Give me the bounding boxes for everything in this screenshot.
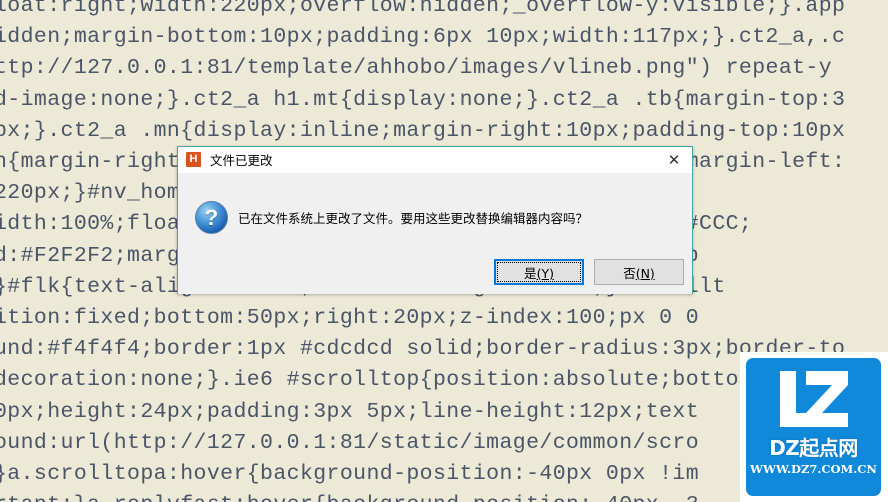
watermark-site-name: DZ起点网 bbox=[769, 436, 858, 460]
no-button[interactable]: 否(N) bbox=[594, 259, 684, 285]
hbuilder-h-icon bbox=[186, 152, 201, 167]
dialog-title: 文件已更改 bbox=[210, 153, 273, 168]
code-line: 0px;height:24px;padding:3px 5px;line-hei… bbox=[0, 399, 700, 424]
code-line: decoration:none;}.ie6 #scrolltop{positio… bbox=[0, 368, 846, 393]
code-line: ound:url(http://127.0.0.1:81/static/imag… bbox=[0, 430, 700, 455]
lz-logo-icon bbox=[780, 371, 848, 427]
code-line: rtant;}a.replyfast:hover{background-posi… bbox=[0, 490, 699, 502]
yes-button-label: 是(Y) bbox=[524, 265, 554, 281]
file-changed-dialog: 文件已更改 ✕ 已在文件系统上更改了文件。要用这些更改替换编辑器内容吗？ 是(Y… bbox=[177, 146, 693, 294]
close-icon[interactable]: ✕ bbox=[660, 147, 688, 172]
code-line: loat:right;width:220px;overflow:hidden;_… bbox=[0, 0, 846, 18]
code-line: ition:fixed;bottom:50px;right:20px;z-ind… bbox=[0, 306, 700, 330]
watermark-site-url: WWW.DZ7.COM.CN bbox=[750, 462, 877, 476]
code-line: d-image:none;}.ct2_a h1.mt{display:none;… bbox=[0, 87, 846, 112]
dialog-body: 已在文件系统上更改了文件。要用这些更改替换编辑器内容吗？ 是(Y) 否(N) bbox=[178, 173, 692, 294]
dialog-button-row: 是(Y) 否(N) bbox=[494, 259, 684, 285]
dialog-message: 已在文件系统上更改了文件。要用这些更改替换编辑器内容吗？ bbox=[238, 211, 589, 226]
code-line: px;}.ct2_a .mn{display:inline;margin-rig… bbox=[0, 118, 846, 143]
watermark-logo-tile: DZ起点网 WWW.DZ7.COM.CN bbox=[746, 358, 881, 496]
dialog-titlebar: 文件已更改 ✕ bbox=[178, 147, 692, 173]
question-mark-icon bbox=[195, 201, 228, 234]
code-line: und:#f4f4f4;border:1px #cdcdcd solid;bor… bbox=[0, 337, 846, 362]
watermark: DZ起点网 WWW.DZ7.COM.CN bbox=[740, 352, 888, 502]
code-line: ttp://127.0.0.1:81/template/ahhobo/image… bbox=[0, 56, 833, 81]
no-button-label: 否(N) bbox=[623, 265, 655, 281]
yes-button[interactable]: 是(Y) bbox=[494, 259, 584, 285]
code-line: idden;margin-bottom:10px;padding:6px 10p… bbox=[0, 25, 846, 50]
code-line: }a.scrolltopa:hover{background-position:… bbox=[0, 462, 700, 486]
